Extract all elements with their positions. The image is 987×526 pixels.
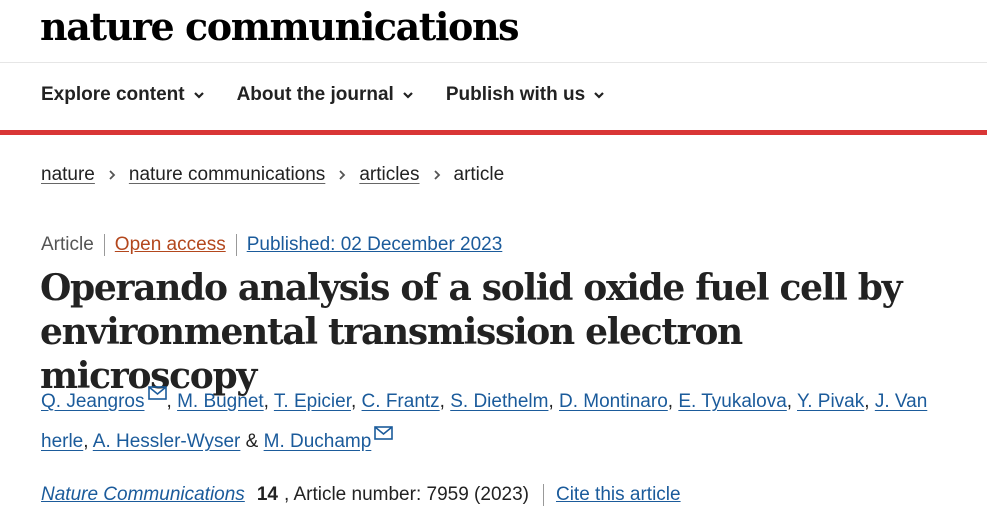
author-link[interactable]: D. Montinaro <box>559 391 668 412</box>
mail-icon[interactable] <box>374 425 394 440</box>
article-title: Operando analysis of a solid oxide fuel … <box>40 267 903 397</box>
author-link[interactable]: A. Hessler-Wyser <box>93 431 241 452</box>
nav-about-journal[interactable]: About the journal <box>237 84 414 106</box>
author-link[interactable]: M. Duchamp <box>264 431 372 452</box>
journal-link[interactable]: Nature Communications <box>41 484 245 506</box>
author-separator: & <box>240 431 264 452</box>
author-separator: , <box>786 391 797 412</box>
nav-publish-with-us[interactable]: Publish with us <box>446 84 605 106</box>
author-link[interactable]: S. Diethelm <box>450 391 548 412</box>
nav-label: Publish with us <box>445 84 586 105</box>
breadcrumb-nature[interactable]: nature <box>41 164 95 186</box>
article-number: , Article number: 7959 (2023) <box>283 484 529 505</box>
chevron-right-icon <box>433 170 440 180</box>
breadcrumb: nature nature communications articles ar… <box>41 164 504 186</box>
author-separator: , <box>548 391 559 412</box>
article-meta: Article Open access Published: 02 Decemb… <box>41 234 502 256</box>
author-separator: , <box>439 391 451 412</box>
chevron-right-icon <box>339 170 346 180</box>
header-divider <box>0 62 987 63</box>
author-link[interactable]: Y. Pivak <box>797 391 864 412</box>
nav-label: About the journal <box>236 84 394 105</box>
author-separator: , <box>83 431 93 452</box>
author-separator: , <box>864 391 875 412</box>
accent-bar <box>0 130 987 135</box>
main-nav: Explore content About the journal Publis… <box>41 84 637 106</box>
nav-label: Explore content <box>41 84 185 105</box>
author-link[interactable]: Q. Jeangros <box>41 391 145 412</box>
author-link[interactable]: T. Epicier <box>274 391 351 412</box>
open-access-link[interactable]: Open access <box>103 234 236 256</box>
author-link[interactable]: M. Bugnet <box>177 391 264 412</box>
author-separator: , <box>350 391 362 412</box>
breadcrumb-nature-communications[interactable]: nature communications <box>129 164 325 186</box>
journal-logo[interactable]: nature communications <box>40 4 520 49</box>
author-list: Q. Jeangros, M. Bugnet, T. Epicier, C. F… <box>41 382 951 462</box>
chevron-down-icon <box>594 92 604 99</box>
citation-line: Nature Communications 14 , Article numbe… <box>41 484 681 506</box>
mail-icon[interactable] <box>147 385 167 400</box>
author-separator: , <box>667 391 679 412</box>
breadcrumb-current: article <box>453 164 505 185</box>
breadcrumb-articles[interactable]: articles <box>359 164 419 186</box>
published-date-link[interactable]: Published: 02 December 2023 <box>235 234 502 256</box>
author-separator: , <box>166 391 178 412</box>
nav-explore-content[interactable]: Explore content <box>41 84 205 106</box>
author-link[interactable]: E. Tyukalova <box>678 391 786 412</box>
volume-number: 14 <box>256 484 278 505</box>
cite-this-article-link[interactable]: Cite this article <box>542 484 681 506</box>
chevron-down-icon <box>403 92 413 99</box>
chevron-down-icon <box>193 92 204 99</box>
chevron-right-icon <box>109 170 116 180</box>
author-link[interactable]: C. Frantz <box>362 391 440 412</box>
article-type: Article <box>41 234 94 255</box>
author-separator: , <box>263 391 274 412</box>
